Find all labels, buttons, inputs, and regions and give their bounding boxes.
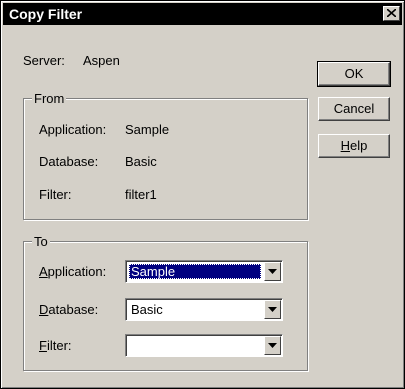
from-database-label: Database: [39, 154, 99, 169]
to-filter-label-key: F [39, 338, 47, 353]
title-bar[interactable]: Copy Filter [3, 3, 402, 25]
to-filter-label: Filter: [39, 338, 72, 353]
to-filter-label-rest: ilter: [46, 338, 72, 353]
from-filter-label: Filter: [39, 187, 72, 202]
help-button-key: H [340, 138, 351, 153]
chevron-down-icon [268, 307, 277, 312]
cancel-button[interactable]: Cancel [318, 97, 390, 121]
to-database-select[interactable]: Basic [125, 298, 283, 321]
server-label: Server: [23, 53, 65, 68]
from-group-caption: From [32, 91, 67, 106]
to-filter-select[interactable] [125, 334, 283, 357]
help-button-rest: elp [350, 138, 368, 153]
from-application-label: Application: [39, 122, 107, 137]
chevron-down-icon [268, 269, 277, 274]
to-application-select[interactable]: Sample [125, 260, 283, 283]
to-database-label-key: D [39, 302, 49, 317]
to-application-label-rest: pplication: [47, 264, 107, 279]
to-database-label-rest: atabase: [48, 302, 99, 317]
chevron-down-icon [268, 343, 277, 348]
close-button[interactable] [383, 6, 400, 21]
from-database-value: Basic [125, 154, 157, 169]
close-icon [387, 9, 396, 17]
to-database-selected-value: Basic [131, 302, 163, 317]
from-application-value: Sample [125, 122, 170, 137]
to-database-label: Database: [39, 302, 98, 317]
from-filter-value: filter1 [125, 187, 157, 202]
window-title: Copy Filter [9, 6, 83, 22]
to-filter-dropdown-button[interactable] [264, 336, 281, 355]
to-application-label: Application: [39, 264, 106, 279]
copy-filter-dialog: Copy Filter Server: Aspen From Applicati… [0, 0, 405, 389]
ok-button[interactable]: OK [317, 61, 391, 87]
help-button[interactable]: Help [318, 134, 390, 158]
to-group-caption: To [32, 234, 50, 249]
to-database-dropdown-button[interactable] [264, 300, 281, 319]
server-value: Aspen [83, 53, 120, 68]
to-filter-selected-value [129, 338, 133, 353]
to-application-dropdown-button[interactable] [264, 262, 281, 281]
to-application-selected-value: Sample [129, 264, 261, 279]
to-application-label-key: A [39, 264, 48, 279]
